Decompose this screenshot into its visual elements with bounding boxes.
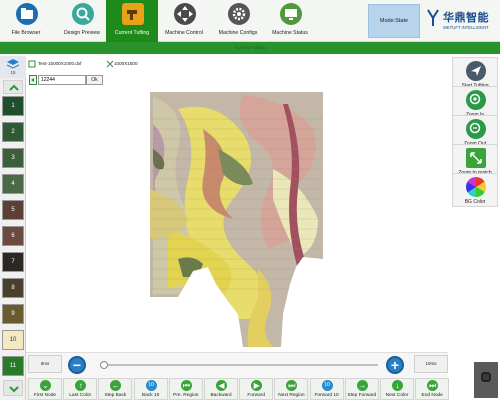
bg-color-button[interactable]: BG Color [452,173,498,207]
tufting-gun-icon [122,3,144,25]
zoom-out-icon [466,119,486,139]
next-color-button[interactable]: ↓ Next Color [380,378,414,400]
next-region-button[interactable]: ⏭ Next Region [274,378,309,400]
color-swatch-3[interactable]: 3 [2,148,24,168]
brand-logo: 华鼎智能 WETUFT INTELLIGENT [424,6,498,36]
nav-design-preview[interactable]: Design Preview [56,0,108,42]
forward-icon: ▶ [251,380,263,391]
backward-icon: ◀ [216,380,227,391]
folder-icon [16,3,38,25]
nav-current-tufting[interactable]: Current Tufting [106,0,158,42]
zoom-slider[interactable] [100,364,378,366]
resize-icon [106,60,114,68]
layers-icon [6,59,20,69]
step-icon [29,75,37,85]
color-swatch-10[interactable]: 10 [2,330,24,350]
end-node-button[interactable]: ⏭ End Node [415,378,450,400]
color-swatch-4[interactable]: 4 [2,174,24,194]
file-icon [28,60,36,68]
color-swatch-2[interactable]: 2 [2,122,24,142]
nav-machine-configs[interactable]: Machine Configs [212,0,264,42]
colors-scroll-up-button[interactable] [3,80,23,94]
back-10-icon: 10 [145,380,157,391]
color-wheel-icon [466,177,486,197]
backward-button[interactable]: ◀ Backward [204,378,238,400]
design-preview-image [150,92,323,347]
zoom-slider-thumb[interactable] [100,361,108,369]
design-dimensions: 1000X1500 [114,61,138,66]
layers-button[interactable]: 15 [0,56,26,78]
monitor-icon [280,3,302,25]
step-back-icon: ← [110,380,122,391]
forward-10-button[interactable]: 10 Forward 10 [309,378,344,400]
pre-region-icon: ⏮ [180,380,192,391]
last-color-button[interactable]: ↑ Last Color [63,378,98,400]
magnifier-icon [72,3,94,25]
gear-icon [228,3,250,25]
nav-machine-status[interactable]: Machine Status [264,0,316,42]
chevron-down-icon [9,386,19,393]
first-node-icon: ⌄ [40,380,51,391]
color-swatch-6[interactable]: 6 [2,226,24,246]
color-swatch-9[interactable]: 9 [2,304,24,324]
color-sidebar: 15 1 2 3 4 5 6 7 8 9 10 11 [0,56,26,400]
file-name: Test-15000X1000.dxf [38,61,82,66]
step-forward-icon: → [356,380,368,391]
brand-mark-icon [426,8,440,28]
step-back-button[interactable]: ← Step Back [98,378,133,400]
zoom-fit-icon [466,148,486,168]
step-forward-button[interactable]: → Step Forward [344,378,379,400]
dpad-icon [174,3,196,25]
zoom-plus-button[interactable]: + [386,356,404,374]
color-swatch-7[interactable]: 7 [2,252,24,272]
next-region-icon: ⏭ [286,380,298,391]
design-canvas[interactable] [28,89,448,351]
pre-region-button[interactable]: ⏮ Pre. Region [168,378,203,400]
colors-scroll-down-button[interactable] [3,380,23,396]
last-color-icon: ↑ [75,380,87,391]
forward-10-icon: 10 [321,380,333,391]
color-swatch-5[interactable]: 5 [2,200,24,220]
end-node-icon: ⏭ [427,380,439,391]
color-swatch-8[interactable]: 8 [2,278,24,298]
zoom-in-icon [466,90,486,110]
zoom-min-label: 0ms [28,355,62,373]
color-swatch-1[interactable]: 1 [2,96,24,116]
top-nav: File Browser Design Preview Current Tuft… [0,0,500,42]
page-title-bar: Current Tufting [0,42,500,54]
ok-button[interactable]: Ok [86,75,103,85]
zoom-max-label: 10ms [414,355,448,373]
nav-file-browser[interactable]: File Browser [0,0,52,42]
step-input[interactable] [38,75,86,85]
chevron-up-icon [9,84,19,91]
navigation-arrow-icon [466,61,486,81]
first-node-button[interactable]: ⌄ First Node [28,378,62,400]
nav-machine-control[interactable]: Machine Control [158,0,210,42]
color-swatch-11[interactable]: 11 [2,356,24,376]
mode-status: Mode:State [368,4,420,38]
page-title: Current Tufting [235,45,265,50]
zoom-minus-button[interactable]: − [68,356,86,374]
back-10-button[interactable]: 10 Back 10 [133,378,168,400]
next-color-icon: ↓ [392,380,403,391]
device-icon [474,362,498,398]
forward-button[interactable]: ▶ Forward [239,378,274,400]
